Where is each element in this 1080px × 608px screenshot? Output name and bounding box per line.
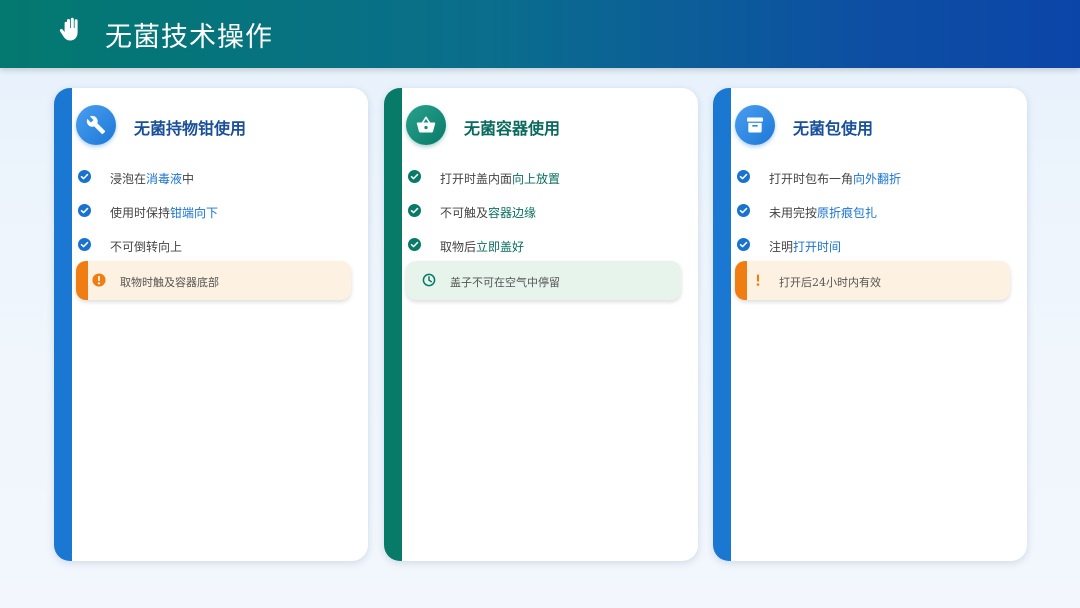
card-package: 无菌包使用 打开时包布一角向外翻折 未用完按原折痕包扎 注明打开时间 打开后24…: [713, 88, 1027, 561]
check-circle-icon: [78, 204, 91, 217]
note-text: 取物时触及容器底部: [120, 276, 219, 289]
clock-icon: [422, 273, 436, 287]
card-icon-circle: [735, 105, 775, 145]
basket-icon: [416, 116, 436, 133]
highlight-text: 容器边缘: [488, 206, 537, 220]
warning-note: 取物时触及容器底部: [76, 261, 351, 300]
check-circle-icon: [408, 170, 421, 183]
check-circle-icon: [737, 170, 750, 183]
header-banner: 无菌技术操作: [0, 0, 1080, 68]
card-title: 无菌包使用: [793, 119, 874, 138]
card-icon-circle: [76, 105, 116, 145]
card-title: 无菌持物钳使用: [134, 119, 247, 138]
list-item: 未用完按原折痕包扎: [737, 202, 1017, 222]
check-circle-icon: [408, 238, 421, 251]
check-circle-icon: [737, 238, 750, 251]
list-item-text: 取物后立即盖好: [440, 240, 525, 254]
list-item-text: 不可倒转向上: [110, 240, 183, 254]
card-accent-bar: [384, 88, 402, 561]
archive-box-icon: [747, 117, 763, 133]
highlight-text: 向上放置: [512, 172, 561, 186]
card-accent-bar: [713, 88, 731, 561]
highlight-text: 消毒液: [146, 172, 183, 186]
note-accent-bar: [76, 261, 88, 300]
card-title: 无菌容器使用: [464, 119, 561, 138]
warning-note: 打开后24小时内有效: [735, 261, 1010, 300]
tip-note: 盖子不可在空气中停留: [406, 261, 681, 300]
list-item-text: 未用完按原折痕包扎: [769, 206, 878, 220]
list-item-text: 打开时包布一角向外翻折: [769, 172, 902, 186]
list-item: 浸泡在消毒液中: [78, 168, 358, 188]
highlight-text: 原折痕包扎: [817, 206, 878, 220]
list-item: 取物后立即盖好: [408, 236, 688, 256]
card-forceps: 无菌持物钳使用 浸泡在消毒液中 使用时保持钳端向下 不可倒转向上 取物时触及容器…: [54, 88, 368, 561]
list-item: 打开时包布一角向外翻折: [737, 168, 1017, 188]
card-icon-circle: [406, 105, 446, 145]
note-text: 打开后24小时内有效: [779, 276, 881, 289]
exclamation-icon: [756, 274, 760, 286]
list-item-text: 注明打开时间: [769, 240, 842, 254]
highlight-text: 钳端向下: [170, 206, 219, 220]
info-icon: [92, 273, 106, 287]
check-circle-icon: [78, 238, 91, 251]
highlight-text: 打开时间: [793, 240, 842, 254]
list-item-text: 打开时盖内面向上放置: [440, 172, 561, 186]
list-item: 使用时保持钳端向下: [78, 202, 358, 222]
list-item: 注明打开时间: [737, 236, 1017, 256]
check-circle-icon: [737, 204, 750, 217]
card-accent-bar: [54, 88, 72, 561]
highlight-text: 立即盖好: [476, 240, 525, 254]
list-item: 不可倒转向上: [78, 236, 358, 256]
check-circle-icon: [78, 170, 91, 183]
list-item: 不可触及容器边缘: [408, 202, 688, 222]
note-text: 盖子不可在空气中停留: [450, 276, 560, 289]
list-item-text: 浸泡在消毒液中: [110, 172, 195, 186]
hand-icon: [59, 17, 78, 41]
card-container: 无菌容器使用 打开时盖内面向上放置 不可触及容器边缘 取物后立即盖好 盖子不可在…: [384, 88, 698, 561]
check-circle-icon: [408, 204, 421, 217]
highlight-text: 向外翻折: [853, 172, 902, 186]
wrench-icon: [86, 115, 106, 135]
note-accent-bar: [735, 261, 747, 300]
list-item-text: 不可触及容器边缘: [440, 206, 537, 220]
list-item-text: 使用时保持钳端向下: [110, 206, 219, 220]
list-item: 打开时盖内面向上放置: [408, 168, 688, 188]
page-title: 无菌技术操作: [105, 22, 273, 53]
